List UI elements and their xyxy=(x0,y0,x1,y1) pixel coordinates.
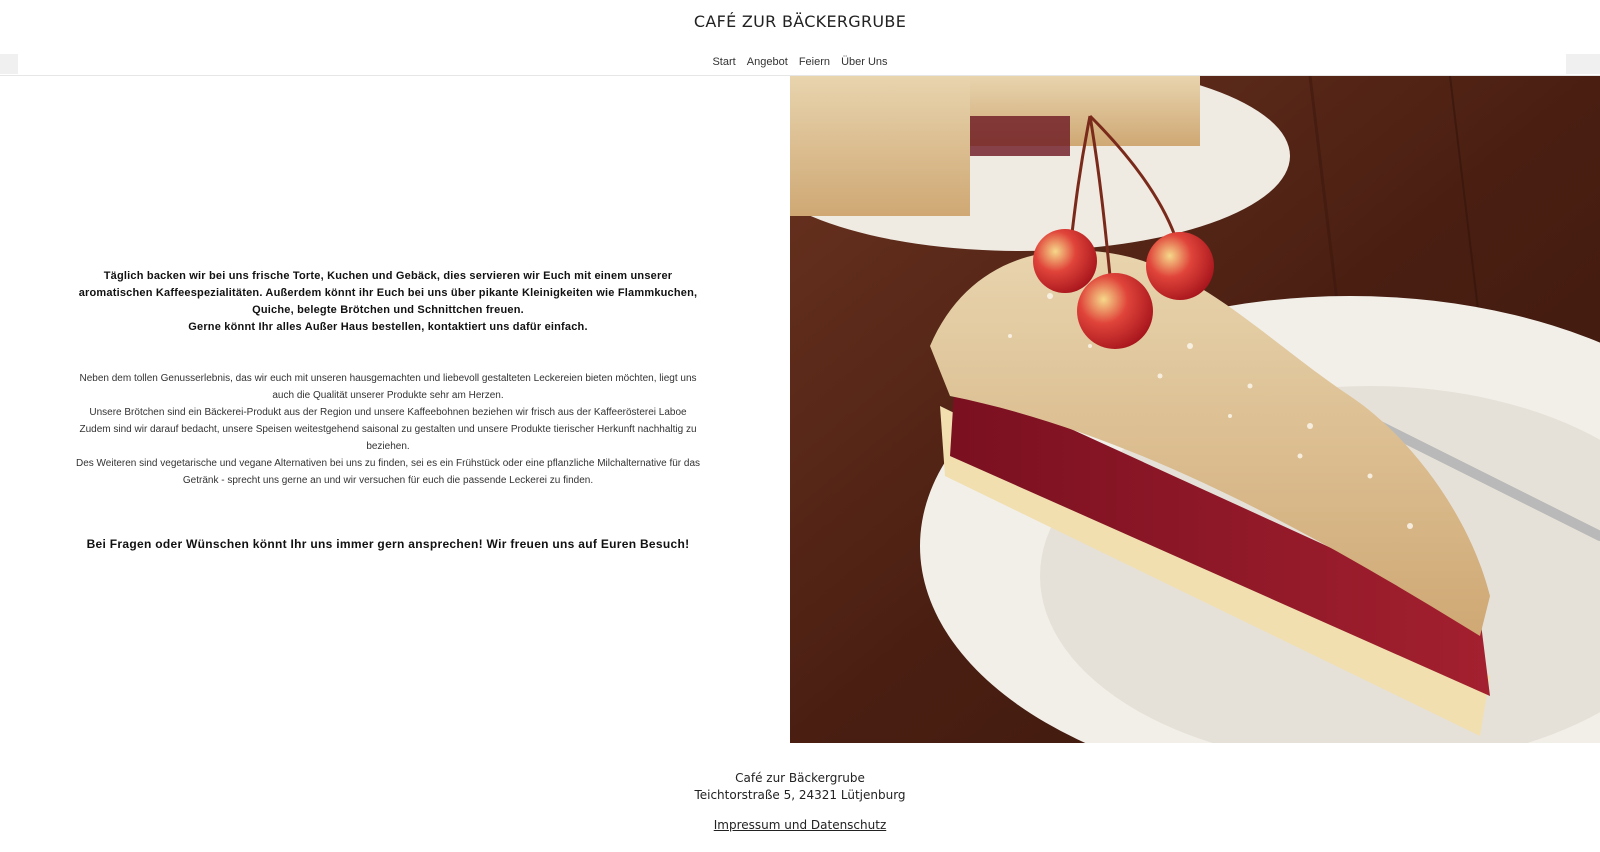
imprint-privacy-link[interactable]: Impressum und Datenschutz xyxy=(714,818,887,832)
intro-section: Täglich backen wir bei uns frische Torte… xyxy=(0,76,776,742)
details-seasonal: Zudem sind wir darauf bedacht, unsere Sp… xyxy=(79,423,697,452)
details-vegan: Des Weiteren sind vegetarische und vegan… xyxy=(75,457,701,486)
nav-list: Start Angebot Feiern Über Uns xyxy=(0,54,1600,70)
footer-cafe-name: Café zur Bäckergrube xyxy=(735,771,865,785)
nav-item-start[interactable]: Start xyxy=(712,54,735,70)
intro-takeaway-note: Gerne könnt Ihr alles Außer Haus bestell… xyxy=(188,320,588,333)
footer-address: Teichtorstraße 5, 24321 Lütjenburg xyxy=(694,788,906,802)
hero-photo-cherry-cake xyxy=(790,76,1600,743)
nav-item-feiern[interactable]: Feiern xyxy=(799,54,830,70)
nav-item-ueber-uns[interactable]: Über Uns xyxy=(841,54,887,70)
nav-item-angebot[interactable]: Angebot xyxy=(747,54,788,70)
main-navigation: Start Angebot Feiern Über Uns xyxy=(0,54,1600,76)
footer: Café zur Bäckergrube Teichtorstraße 5, 2… xyxy=(0,770,1600,833)
details-quality: Neben dem tollen Genusserlebnis, das wir… xyxy=(79,372,697,401)
site-title[interactable]: CAFÉ ZUR BÄCKERGRUBE xyxy=(0,12,1600,31)
details-text: Neben dem tollen Genusserlebnis, das wir… xyxy=(68,370,708,489)
closing-text: Bei Fragen oder Wünschen könnt Ihr uns i… xyxy=(86,536,690,551)
intro-text: Täglich backen wir bei uns frische Torte… xyxy=(68,268,708,336)
details-sourcing: Unsere Brötchen sind ein Bäckerei-Produk… xyxy=(89,406,687,418)
intro-paragraph: Täglich backen wir bei uns frische Torte… xyxy=(78,269,698,316)
